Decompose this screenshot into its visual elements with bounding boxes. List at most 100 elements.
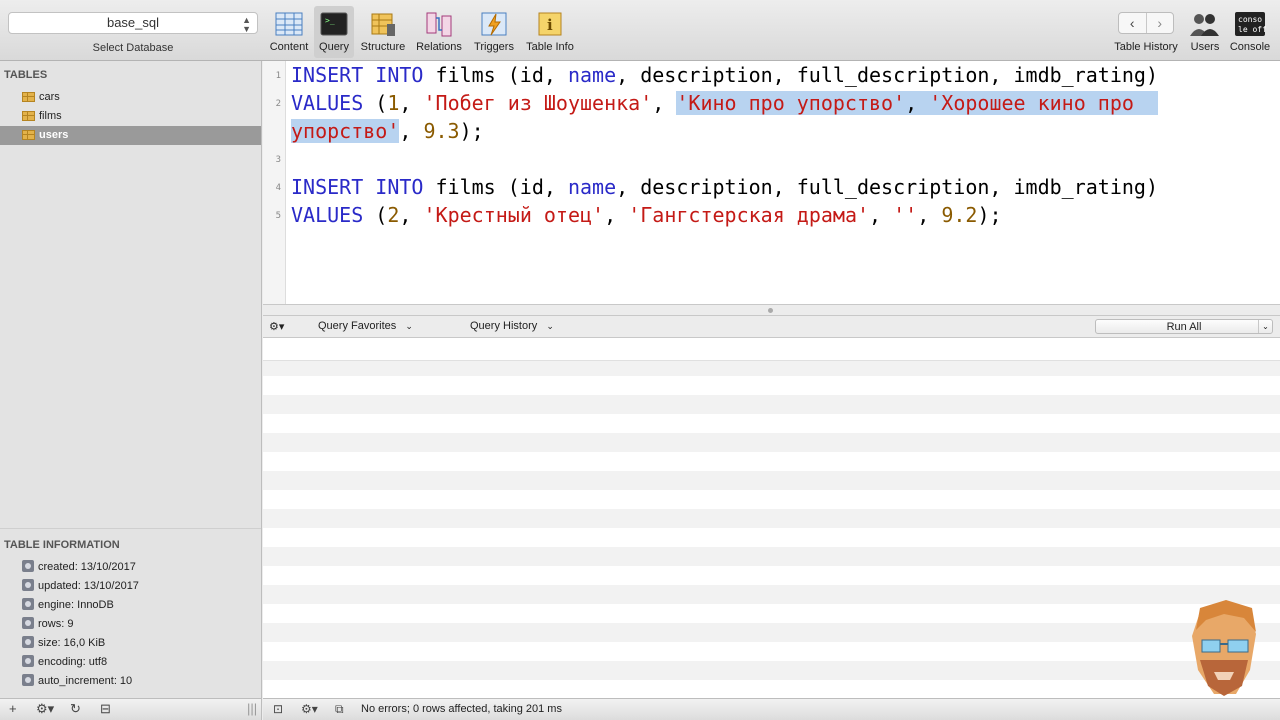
resize-grip-icon[interactable]: ||| bbox=[247, 701, 257, 716]
info-bullet-icon bbox=[22, 617, 34, 629]
line-number: 4 bbox=[275, 183, 281, 193]
query-history-dropdown[interactable]: Query History ⌄ bbox=[470, 320, 554, 332]
line-number: 1 bbox=[275, 71, 281, 81]
info-text: engine: InnoDB bbox=[38, 599, 114, 611]
string-literal: 'Побег из Шоушенка' bbox=[423, 91, 653, 115]
line-number: 3 bbox=[275, 155, 281, 165]
table-item-films[interactable]: films bbox=[0, 107, 261, 126]
console-button[interactable]: conso le off Console bbox=[1226, 6, 1274, 58]
keyword: VALUES bbox=[291, 203, 364, 227]
keyword: VALUES bbox=[291, 91, 364, 115]
console-icon: conso le off bbox=[1235, 10, 1267, 38]
keyword: INTO bbox=[375, 175, 424, 199]
refresh-icon[interactable]: ↻ bbox=[70, 701, 81, 717]
chevron-down-icon: ⌄ bbox=[546, 321, 554, 331]
number-literal: 9.2 bbox=[941, 203, 978, 227]
info-item: auto_increment: 10 bbox=[22, 672, 132, 691]
filter-icon[interactable]: ⊟ bbox=[100, 701, 111, 717]
table-info-button[interactable]: i Table Info bbox=[522, 6, 578, 58]
number-literal: 9.3 bbox=[423, 119, 460, 143]
line-number: 2 bbox=[275, 99, 281, 109]
status-bar: ⊡ ⚙▾ ⧉ No errors; 0 rows affected, takin… bbox=[263, 698, 1280, 720]
query-button[interactable]: >_ Query bbox=[314, 6, 354, 58]
info-bullet-icon bbox=[22, 636, 34, 648]
number-literal: 2 bbox=[387, 203, 400, 227]
select-database-label: Select Database bbox=[92, 42, 174, 54]
info-icon: i bbox=[536, 10, 564, 38]
code-text: , bbox=[869, 203, 894, 227]
triggers-button[interactable]: Triggers bbox=[469, 6, 519, 58]
users-label: Users bbox=[1190, 41, 1220, 53]
plus-icon[interactable]: + bbox=[9, 701, 17, 716]
selected-string-literal: 'Хорошее кино про bbox=[929, 91, 1134, 115]
database-select[interactable]: base_sql ▲ ▼ bbox=[8, 12, 258, 34]
content-label: Content bbox=[269, 41, 309, 53]
content-button[interactable]: Content bbox=[266, 6, 312, 58]
table-history-button[interactable]: Table History bbox=[1108, 6, 1184, 58]
ruler-pencil-icon bbox=[369, 10, 397, 38]
table-grid-icon bbox=[275, 10, 303, 38]
editor-splitter[interactable] bbox=[263, 304, 1280, 316]
table-item-label: films bbox=[39, 110, 62, 122]
info-text: rows: 9 bbox=[38, 618, 74, 630]
code-text: , description, full_description, imdb_ra… bbox=[616, 175, 1158, 199]
table-icon bbox=[22, 92, 35, 102]
gear-icon[interactable]: ⚙▾ bbox=[269, 320, 284, 333]
query-editor[interactable]: 1 2 3 4 5 INSERT INTO films (id, name, d… bbox=[263, 61, 1280, 304]
code-text: , bbox=[399, 119, 424, 143]
string-literal: 'Крестный отец' bbox=[423, 203, 605, 227]
relations-icon bbox=[425, 10, 453, 38]
code-text: ); bbox=[977, 203, 1002, 227]
users-button[interactable]: Users bbox=[1186, 6, 1224, 58]
svg-text:>_: >_ bbox=[325, 16, 335, 25]
info-text: auto_increment: 10 bbox=[38, 675, 133, 687]
chevron-down-icon[interactable]: ⌄ bbox=[1258, 320, 1272, 333]
copy-icon[interactable]: ⧉ bbox=[335, 702, 344, 717]
sidebar-footer: + ⚙▾ ↻ ⊟ ||| bbox=[0, 698, 262, 720]
svg-text:i: i bbox=[547, 16, 553, 34]
code-text: , bbox=[917, 203, 942, 227]
relations-button[interactable]: Relations bbox=[413, 6, 465, 58]
table-info-label: Table Info bbox=[526, 41, 574, 53]
query-label: Query bbox=[319, 41, 349, 53]
code-line-2-wrap: упорство', 9.3); bbox=[291, 117, 484, 145]
run-all-button[interactable]: Run All ⌄ bbox=[1095, 319, 1273, 334]
query-history-label: Query History bbox=[470, 320, 538, 332]
info-item: created: 13/10/2017 bbox=[22, 558, 136, 577]
toggle-panel-icon[interactable]: ⊡ bbox=[273, 702, 283, 716]
info-text: updated: 13/10/2017 bbox=[38, 580, 139, 592]
splitter-grip-icon[interactable] bbox=[768, 308, 773, 313]
query-bar: ⚙▾ Query Favorites ⌄ Query History ⌄ Run… bbox=[263, 316, 1280, 338]
keyword: name bbox=[567, 175, 617, 199]
table-information-title: TABLE INFORMATION bbox=[4, 539, 120, 551]
table-icon bbox=[22, 111, 35, 121]
console-label: Console bbox=[1229, 41, 1271, 53]
triggers-label: Triggers bbox=[474, 41, 514, 53]
code-text: , bbox=[652, 91, 677, 115]
keyword: INTO bbox=[375, 63, 424, 87]
results-header bbox=[263, 338, 1280, 361]
gear-icon[interactable]: ⚙▾ bbox=[36, 701, 54, 717]
table-history-label: Table History bbox=[1114, 41, 1178, 53]
gear-icon[interactable]: ⚙▾ bbox=[301, 702, 318, 716]
updown-chevron-icon: ▲ ▼ bbox=[242, 15, 251, 34]
presenter-avatar bbox=[1186, 600, 1262, 698]
svg-text:conso: conso bbox=[1238, 15, 1262, 24]
info-text: created: 13/10/2017 bbox=[38, 561, 136, 573]
run-all-label: Run All bbox=[1166, 321, 1202, 333]
table-item-cars[interactable]: cars bbox=[0, 88, 261, 107]
info-bullet-icon bbox=[22, 560, 34, 572]
info-bullet-icon bbox=[22, 655, 34, 667]
info-item: engine: InnoDB bbox=[22, 596, 114, 615]
users-icon bbox=[1190, 10, 1219, 38]
query-favorites-dropdown[interactable]: Query Favorites ⌄ bbox=[318, 320, 413, 332]
svg-text:le off: le off bbox=[1238, 25, 1266, 34]
lightning-icon bbox=[480, 10, 508, 38]
table-item-users[interactable]: users bbox=[0, 126, 261, 145]
info-bullet-icon bbox=[22, 674, 34, 686]
sidebar-divider bbox=[0, 528, 261, 529]
keyword: name bbox=[567, 63, 617, 87]
results-table[interactable] bbox=[263, 338, 1280, 698]
structure-button[interactable]: Structure bbox=[356, 6, 410, 58]
info-text: encoding: utf8 bbox=[38, 656, 108, 668]
